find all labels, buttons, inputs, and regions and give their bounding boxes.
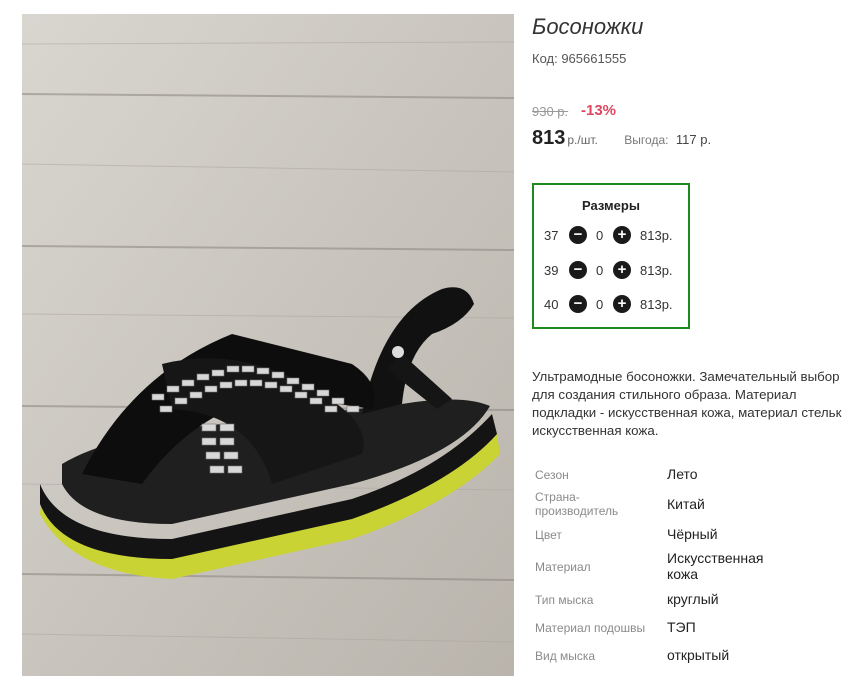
price-unit: р./шт. bbox=[567, 133, 598, 147]
product-code: Код: 965661555 bbox=[532, 51, 627, 66]
spec-value: Китай bbox=[667, 496, 705, 512]
spec-key: Цвет bbox=[535, 528, 562, 542]
plus-icon[interactable]: + bbox=[613, 295, 631, 313]
spec-key: Тип мыска bbox=[535, 593, 594, 607]
price-row: 813 р./шт. Выгода: 117 р. bbox=[532, 127, 711, 150]
sizes-title: Размеры bbox=[582, 198, 640, 213]
size-quantity: 0 bbox=[596, 263, 604, 278]
spec-key: Вид мыска bbox=[535, 649, 596, 663]
plus-icon[interactable]: + bbox=[613, 226, 631, 244]
spec-value: круглый bbox=[667, 591, 719, 607]
old-price: 930 р. bbox=[532, 104, 569, 119]
spec-value: Лето bbox=[667, 466, 698, 482]
benefit-value: 117 р. bbox=[675, 132, 712, 147]
benefit-label: Выгода: bbox=[624, 133, 669, 147]
spec-key: Материал bbox=[535, 560, 591, 574]
spec-value: Чёрный bbox=[667, 526, 718, 542]
product-photo[interactable] bbox=[22, 14, 514, 676]
size-row: 37 − 0 + 813р. bbox=[534, 226, 688, 246]
spec-key: Сезон bbox=[535, 468, 569, 482]
size-price: 813р. bbox=[640, 297, 673, 312]
size-price: 813р. bbox=[640, 263, 673, 278]
spec-value: ТЭП bbox=[667, 619, 696, 635]
spec-value: Искусственная кожа bbox=[667, 550, 764, 582]
size-row: 40 − 0 + 813р. bbox=[534, 295, 688, 315]
spec-key: Материал подошвы bbox=[535, 621, 646, 635]
spec-value: открытый bbox=[667, 647, 730, 663]
sizes-box: Размеры 37 − 0 + 813р. 39 − 0 + 813р. 40… bbox=[532, 183, 690, 329]
size-price: 813р. bbox=[640, 228, 673, 243]
size-value: 40 bbox=[544, 297, 559, 312]
product-title: Босоножки bbox=[532, 14, 644, 39]
size-value: 39 bbox=[544, 263, 559, 278]
minus-icon[interactable]: − bbox=[569, 226, 587, 244]
minus-icon[interactable]: − bbox=[569, 261, 587, 279]
discount-badge: -13% bbox=[581, 102, 617, 119]
product-description: Ультрамодные босоножки. Замечательный вы… bbox=[532, 369, 842, 438]
size-quantity: 0 bbox=[596, 297, 604, 312]
size-quantity: 0 bbox=[596, 228, 604, 243]
current-price: 813 bbox=[532, 127, 566, 149]
size-value: 37 bbox=[544, 228, 559, 243]
plus-icon[interactable]: + bbox=[613, 261, 631, 279]
sandal-image bbox=[22, 14, 514, 676]
minus-icon[interactable]: − bbox=[569, 295, 587, 313]
size-row: 39 − 0 + 813р. bbox=[534, 261, 688, 281]
spec-key: Страна-производитель bbox=[535, 490, 619, 518]
